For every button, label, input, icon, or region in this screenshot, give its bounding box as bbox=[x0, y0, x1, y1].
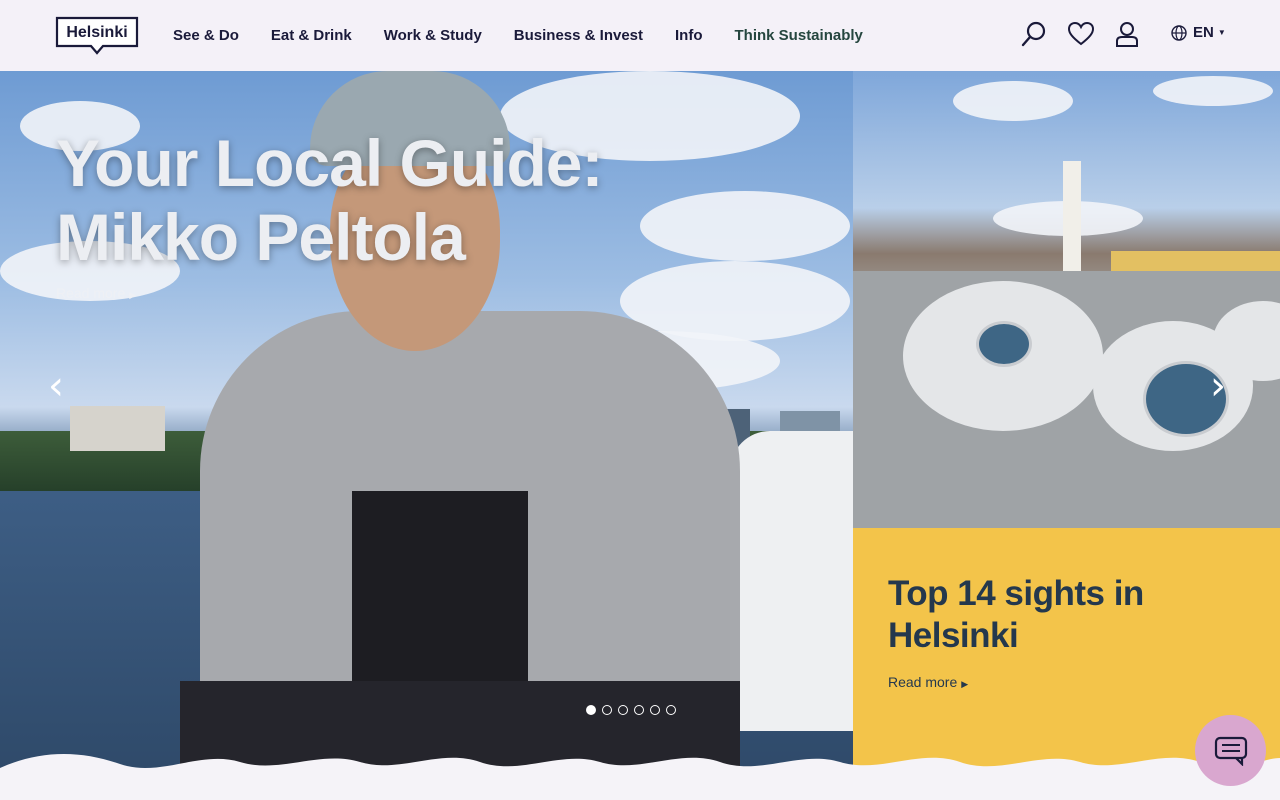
hero-title: Your Local Guide: Mikko Peltola bbox=[56, 126, 603, 274]
heart-icon[interactable] bbox=[1067, 20, 1095, 48]
wave-divider bbox=[0, 753, 1280, 800]
side-image bbox=[853, 71, 1280, 528]
carousel-prev-arrow-icon[interactable]: ‹ bbox=[48, 363, 64, 409]
carousel-dot-4[interactable] bbox=[634, 705, 644, 715]
carousel-dot-6[interactable] bbox=[666, 705, 676, 715]
language-code: EN bbox=[1193, 24, 1214, 41]
building-shape bbox=[70, 406, 165, 451]
carousel-dots bbox=[586, 705, 682, 715]
cloud-shape bbox=[953, 81, 1073, 121]
hero-title-line1: Your Local Guide: bbox=[56, 126, 603, 200]
caret-down-icon: ▼ bbox=[1217, 28, 1226, 37]
hero-title-line2: Mikko Peltola bbox=[56, 200, 466, 274]
carousel-next-arrow-icon[interactable]: › bbox=[1210, 363, 1226, 409]
logo-text: Helsinki bbox=[66, 24, 128, 41]
carousel-dot-2[interactable] bbox=[602, 705, 612, 715]
language-selector[interactable]: EN ▼ bbox=[1171, 24, 1226, 41]
hero-read-more-link[interactable]: Read more ▶ bbox=[56, 285, 136, 301]
nav-see-do[interactable]: See & Do bbox=[173, 27, 239, 44]
side-read-more-label: Read more bbox=[888, 674, 958, 690]
skylight-shape bbox=[976, 321, 1032, 367]
side-card-title: Top 14 sights in Helsinki bbox=[888, 574, 1144, 655]
carousel-dot-5[interactable] bbox=[650, 705, 660, 715]
user-icon[interactable] bbox=[1113, 20, 1141, 48]
nav-info[interactable]: Info bbox=[675, 27, 703, 44]
globe-icon bbox=[1171, 24, 1187, 41]
hero-carousel: Your Local Guide: Mikko Peltola Read mor… bbox=[0, 71, 853, 771]
chat-bubble-icon bbox=[1214, 736, 1247, 766]
caret-right-icon: ▶ bbox=[961, 679, 969, 689]
hero-read-more-label: Read more bbox=[56, 285, 126, 301]
boat-shape bbox=[730, 431, 853, 731]
site-header: Helsinki See & Do Eat & Drink Work & Stu… bbox=[0, 0, 1280, 71]
main-nav: See & Do Eat & Drink Work & Study Busine… bbox=[173, 0, 895, 71]
nav-think-sustainably[interactable]: Think Sustainably bbox=[735, 27, 863, 44]
nav-business-invest[interactable]: Business & Invest bbox=[514, 27, 643, 44]
nav-eat-drink[interactable]: Eat & Drink bbox=[271, 27, 352, 44]
caret-right-icon: ▶ bbox=[129, 290, 137, 300]
helsinki-logo[interactable]: Helsinki bbox=[55, 16, 139, 55]
chat-button[interactable] bbox=[1195, 715, 1266, 786]
cloud-shape bbox=[1153, 76, 1273, 106]
nav-work-study[interactable]: Work & Study bbox=[384, 27, 482, 44]
cloud-shape bbox=[640, 191, 850, 261]
search-icon[interactable] bbox=[1020, 20, 1048, 48]
carousel-dot-1[interactable] bbox=[586, 705, 596, 715]
side-read-more-link[interactable]: Read more ▶ bbox=[888, 674, 968, 690]
carousel-dot-3[interactable] bbox=[618, 705, 628, 715]
